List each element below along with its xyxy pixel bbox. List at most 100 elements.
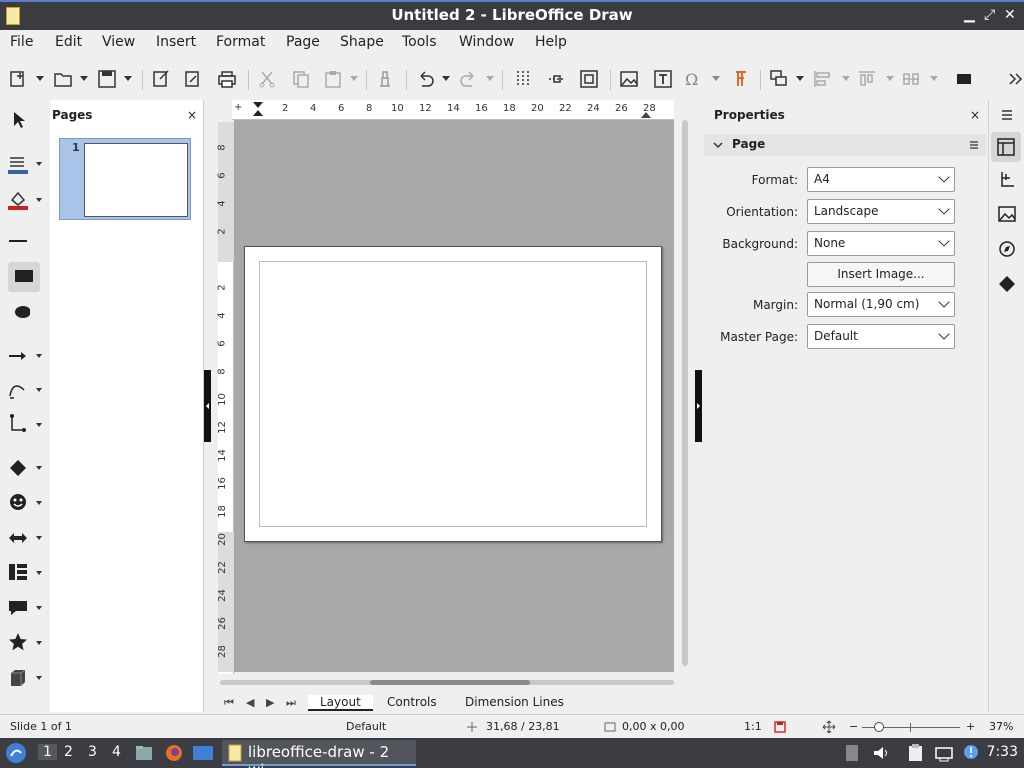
arrange-icon[interactable] bbox=[856, 68, 878, 90]
tab-dimension-lines[interactable]: Dimension Lines bbox=[465, 695, 564, 709]
connector-icon[interactable] bbox=[6, 412, 30, 436]
vertical-scrollbar[interactable] bbox=[682, 120, 688, 666]
cut-icon[interactable] bbox=[256, 68, 278, 90]
new-dropdown-icon[interactable] bbox=[36, 76, 44, 81]
maximize-icon[interactable]: ⤢ bbox=[984, 7, 995, 23]
align-dropdown-icon[interactable] bbox=[842, 76, 850, 81]
distribute-icon[interactable] bbox=[900, 68, 922, 90]
ruler-left-indent-icon[interactable] bbox=[252, 100, 264, 118]
save-icon[interactable] bbox=[96, 68, 118, 90]
line-color-icon[interactable] bbox=[6, 152, 30, 176]
deck-menu-icon[interactable] bbox=[996, 104, 1018, 126]
redo-dropdown-icon[interactable] bbox=[486, 76, 494, 81]
new-document-icon[interactable] bbox=[8, 68, 30, 90]
shadow-icon[interactable] bbox=[954, 68, 976, 90]
flowchart-dropdown-icon[interactable] bbox=[36, 571, 42, 575]
menu-insert[interactable]: Insert bbox=[156, 34, 196, 50]
properties-close-button[interactable]: × bbox=[970, 108, 980, 122]
clipboard-icon[interactable] bbox=[906, 743, 926, 763]
stars-dropdown-icon[interactable] bbox=[36, 641, 42, 645]
navigator-icon[interactable] bbox=[996, 238, 1018, 260]
file-manager-icon[interactable] bbox=[134, 743, 154, 763]
desktop-icon[interactable] bbox=[192, 743, 214, 763]
stars-icon[interactable] bbox=[6, 630, 30, 654]
drawing-canvas[interactable] bbox=[234, 120, 674, 672]
volume-icon[interactable] bbox=[872, 744, 890, 762]
page-section-header[interactable]: Page bbox=[704, 134, 986, 156]
last-tab-icon[interactable]: ⏭ bbox=[286, 696, 296, 710]
paste-icon[interactable] bbox=[322, 68, 344, 90]
format-select[interactable]: A4 bbox=[807, 167, 955, 192]
save-dropdown-icon[interactable] bbox=[124, 76, 132, 81]
special-character-icon[interactable]: Ω bbox=[682, 68, 704, 90]
first-tab-icon[interactable]: ⏮ bbox=[224, 696, 234, 710]
helplines-icon[interactable] bbox=[546, 68, 568, 90]
master-page-select[interactable]: Default bbox=[807, 324, 955, 349]
redo-icon[interactable] bbox=[458, 68, 480, 90]
minimize-icon[interactable]: ▁ bbox=[964, 7, 975, 23]
block-arrows-icon[interactable] bbox=[6, 526, 30, 550]
basic-shapes-dropdown-icon[interactable] bbox=[36, 466, 42, 470]
close-icon[interactable]: ✕ bbox=[1004, 7, 1016, 23]
zoom-out-button[interactable]: − bbox=[849, 720, 858, 733]
tab-controls[interactable]: Controls bbox=[387, 695, 437, 709]
copy-icon[interactable] bbox=[290, 68, 312, 90]
transformations-icon[interactable] bbox=[768, 68, 790, 90]
align-icon[interactable] bbox=[812, 68, 834, 90]
ellipse-icon[interactable] bbox=[6, 300, 30, 324]
block-arrows-dropdown-icon[interactable] bbox=[36, 536, 42, 540]
print-icon[interactable] bbox=[216, 68, 238, 90]
margin-select[interactable]: Normal (1,90 cm) bbox=[807, 292, 955, 317]
previous-tab-icon[interactable]: ◀ bbox=[246, 696, 254, 709]
styles-icon[interactable] bbox=[996, 168, 1018, 190]
zoom-slider-thumb[interactable] bbox=[874, 722, 884, 732]
firefox-icon[interactable] bbox=[164, 743, 184, 763]
horizontal-scrollbar-thumb[interactable] bbox=[370, 680, 530, 685]
3d-objects-dropdown-icon[interactable] bbox=[36, 676, 42, 680]
textbox-icon[interactable] bbox=[652, 68, 674, 90]
drawing-page[interactable] bbox=[244, 246, 662, 542]
open-icon[interactable] bbox=[52, 68, 74, 90]
workspace-1[interactable]: 1 bbox=[38, 744, 57, 760]
curve-icon[interactable] bbox=[6, 378, 30, 402]
properties-deck-icon[interactable] bbox=[991, 132, 1021, 162]
sidebar-collapse-handle[interactable] bbox=[695, 370, 702, 442]
menu-shape[interactable]: Shape bbox=[340, 34, 384, 50]
menu-view[interactable]: View bbox=[102, 34, 135, 50]
callouts-icon[interactable] bbox=[6, 596, 30, 620]
3d-objects-icon[interactable] bbox=[6, 666, 30, 690]
arrange-dropdown-icon[interactable] bbox=[886, 76, 894, 81]
menu-page[interactable]: Page bbox=[286, 34, 320, 50]
menu-format[interactable]: Format bbox=[216, 34, 265, 50]
callouts-dropdown-icon[interactable] bbox=[36, 606, 42, 610]
line-arrow-dropdown-icon[interactable] bbox=[36, 354, 42, 358]
background-select[interactable]: None bbox=[807, 231, 955, 256]
document-modified-icon[interactable] bbox=[774, 721, 786, 733]
page-thumbnail[interactable]: 1 bbox=[59, 138, 191, 220]
special-character-dropdown-icon[interactable] bbox=[712, 76, 720, 81]
transformations-dropdown-icon[interactable] bbox=[796, 76, 804, 81]
horizontal-scrollbar[interactable] bbox=[220, 680, 674, 685]
paste-dropdown-icon[interactable] bbox=[350, 76, 358, 81]
fit-to-window-icon[interactable] bbox=[822, 720, 836, 734]
menu-window[interactable]: Window bbox=[459, 34, 514, 50]
section-menu-icon[interactable] bbox=[968, 139, 980, 151]
zoom-pan-icon[interactable] bbox=[578, 68, 600, 90]
rectangle-icon[interactable] bbox=[8, 262, 40, 292]
undo-icon[interactable] bbox=[414, 68, 436, 90]
master-slide-name[interactable]: Default bbox=[346, 720, 386, 733]
zoom-in-button[interactable]: + bbox=[966, 720, 975, 733]
symbol-shapes-dropdown-icon[interactable] bbox=[36, 501, 42, 505]
line-icon[interactable] bbox=[6, 228, 30, 252]
network-icon[interactable] bbox=[934, 743, 954, 763]
vertical-ruler[interactable]: 8 6 4 2 2 4 6 8 10 12 14 16 18 20 22 24 … bbox=[217, 122, 234, 674]
storage-icon[interactable] bbox=[844, 743, 860, 763]
line-arrow-icon[interactable] bbox=[6, 344, 30, 368]
more-options-icon[interactable] bbox=[1006, 68, 1024, 90]
export-icon[interactable] bbox=[150, 68, 172, 90]
zoom-level[interactable]: 37% bbox=[989, 720, 1013, 733]
taskbar-libreoffice-draw[interactable]: libreoffice-draw - 2 wi... bbox=[222, 740, 416, 768]
tab-layout[interactable]: Layout bbox=[308, 695, 373, 711]
fontwork-icon[interactable] bbox=[730, 68, 752, 90]
clone-formatting-icon[interactable] bbox=[374, 68, 396, 90]
